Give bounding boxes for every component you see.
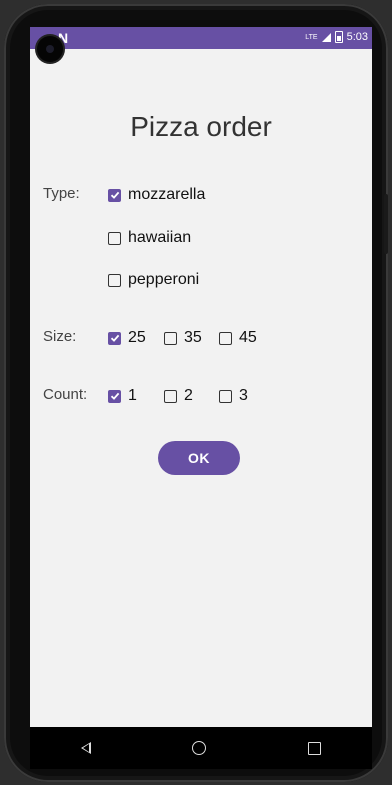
checkbox-icon[interactable] [219, 389, 232, 403]
option-label: pepperoni [128, 271, 200, 288]
app-screen: N LTE 5:03 Pizza order Type: mozzarella … [30, 27, 372, 727]
checkbox-icon[interactable] [108, 188, 121, 202]
battery-icon [334, 31, 343, 43]
option-label: hawaiian [128, 229, 192, 246]
option-label: 3 [239, 387, 248, 404]
side-button [384, 194, 388, 254]
option-label: mozzarella [128, 186, 206, 203]
count-option-1[interactable]: 1 [108, 387, 137, 405]
type-option-hawaiian[interactable]: hawaiian [108, 229, 191, 247]
type-label: Type: [43, 185, 80, 202]
page-title: Pizza order [130, 111, 272, 142]
checkbox-icon[interactable] [164, 331, 177, 345]
ok-button[interactable]: OK [158, 441, 240, 475]
network-type: LTE [305, 33, 318, 41]
option-label: 1 [128, 387, 137, 404]
checkbox-icon[interactable] [108, 231, 121, 245]
option-label: 25 [128, 329, 146, 346]
count-option-2[interactable]: 2 [164, 387, 193, 405]
checkbox-icon[interactable] [108, 331, 121, 345]
size-label: Size: [43, 328, 77, 345]
back-icon[interactable] [80, 742, 91, 754]
type-option-mozzarella[interactable]: mozzarella [108, 186, 205, 204]
status-icons: LTE 5:03 [305, 31, 368, 43]
size-option-35[interactable]: 35 [164, 329, 202, 347]
status-bar: N LTE 5:03 [30, 27, 372, 49]
checkbox-icon[interactable] [108, 389, 121, 403]
size-option-25[interactable]: 25 [108, 329, 146, 347]
home-icon[interactable] [192, 741, 207, 755]
signal-icon [321, 32, 331, 42]
option-label: 35 [184, 329, 202, 346]
count-label: Count: [43, 386, 88, 403]
option-label: 2 [184, 387, 193, 404]
checkbox-icon[interactable] [108, 273, 121, 287]
checkbox-icon[interactable] [164, 389, 177, 403]
recents-icon[interactable] [308, 741, 322, 755]
status-time: 5:03 [346, 31, 368, 43]
option-label: 45 [239, 329, 257, 346]
size-option-45[interactable]: 45 [219, 329, 257, 347]
front-camera [37, 36, 63, 62]
count-option-3[interactable]: 3 [219, 387, 248, 405]
type-option-pepperoni[interactable]: pepperoni [108, 271, 199, 289]
navigation-bar [30, 727, 372, 769]
checkbox-icon[interactable] [219, 331, 232, 345]
